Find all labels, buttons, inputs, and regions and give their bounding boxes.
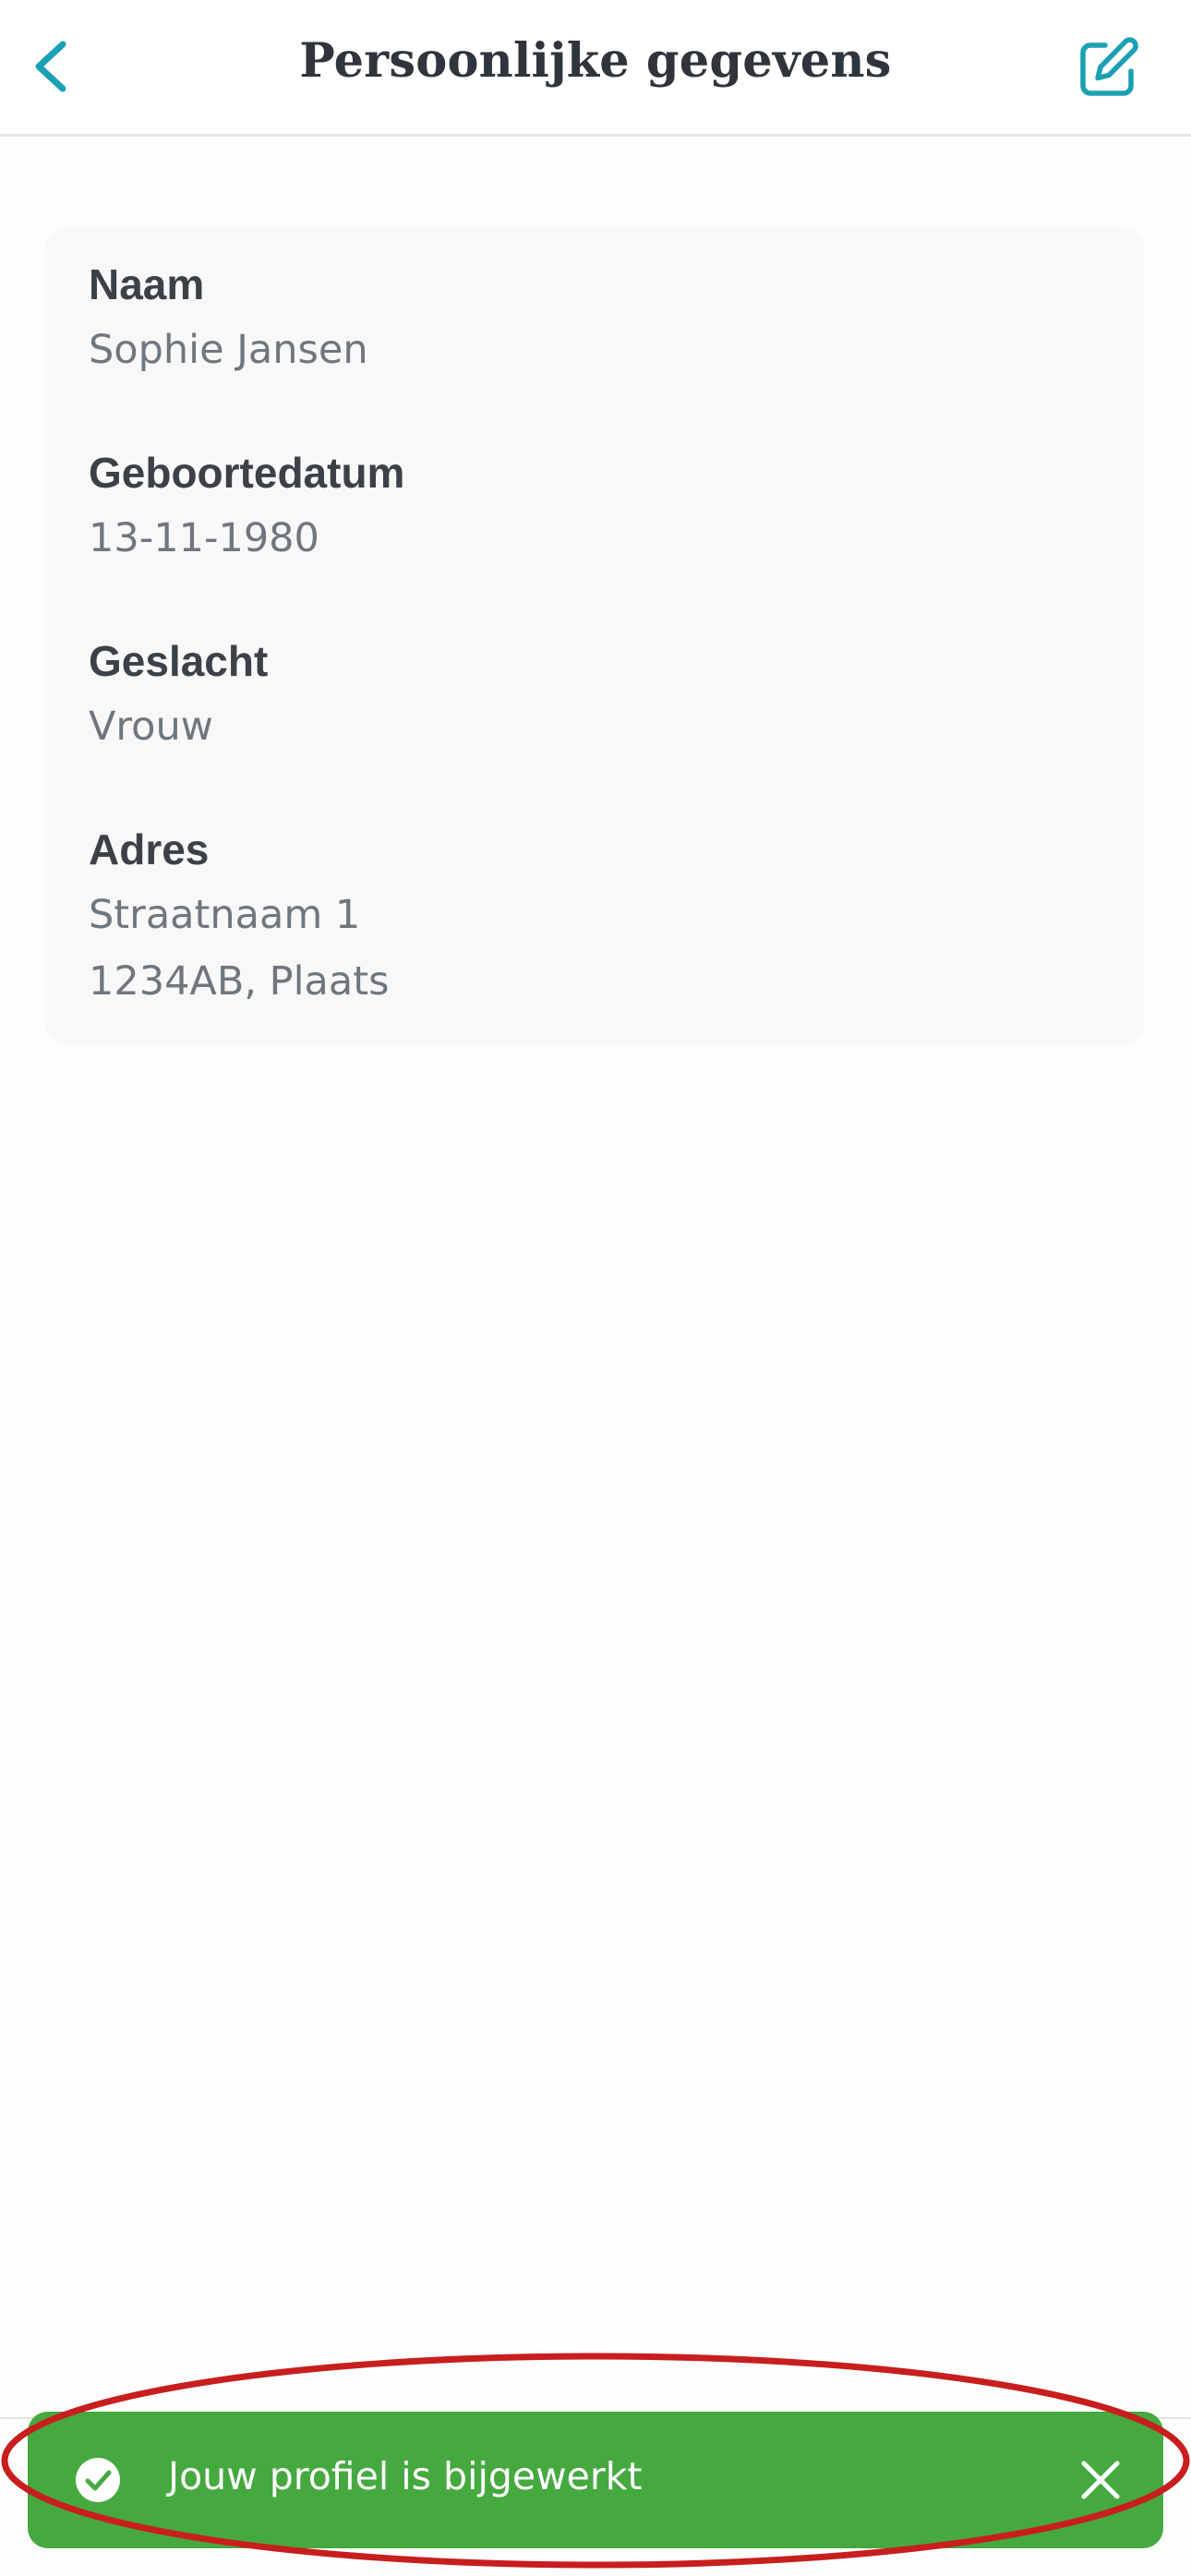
check-circle-icon [76,2458,120,2502]
top-app-bar: Persoonlijke gegevens [0,0,1191,137]
personal-details-card: Naam Sophie Jansen Geboortedatum 13-11-1… [44,227,1145,1045]
address-street-value: Straatnaam 1 [89,892,361,938]
gender-label: Geslacht [89,637,269,685]
toast-message: Jouw profiel is bijgewerkt [168,2454,643,2498]
birthdate-label: Geboortedatum [89,449,405,497]
gender-value: Vrouw [89,704,213,750]
edit-button[interactable] [1071,31,1145,105]
toast-close-button[interactable] [1064,2443,1137,2517]
name-value: Sophie Jansen [89,327,368,373]
address-city-value: 1234AB, Plaats [89,958,390,1005]
success-toast: Jouw profiel is bijgewerkt [28,2412,1163,2548]
close-icon [1081,2461,1120,2499]
name-label: Naam [89,260,205,308]
birthdate-value: 13-11-1980 [89,515,319,561]
address-label: Adres [89,825,210,873]
page-title: Persoonlijke gegevens [299,33,892,89]
pencil-square-icon [1080,37,1138,96]
